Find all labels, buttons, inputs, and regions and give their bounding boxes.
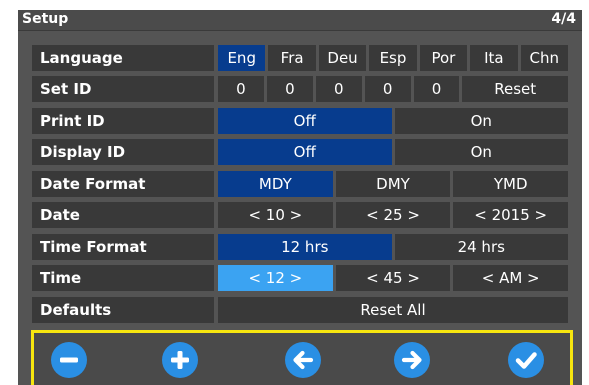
time-format-option-24hrs[interactable]: 24 hrs (394, 234, 568, 260)
setting-row-language: Language Eng Fra Deu Esp Por Ita Chn (32, 45, 568, 71)
setting-row-date: Date < 10 > < 25 > < 2015 > (32, 202, 569, 228)
setting-row-print-id: Print ID Off On (32, 108, 568, 134)
language-option-fra[interactable]: Fra (268, 45, 316, 71)
set-id-reset-button[interactable]: Reset (462, 76, 568, 102)
setting-row-set-id: Set ID 0 0 0 0 0 Reset (32, 76, 568, 102)
display-id-options: Off On (218, 139, 568, 165)
language-option-esp[interactable]: Esp (369, 45, 417, 71)
date-day-field[interactable]: < 25 > (335, 202, 451, 228)
setting-label-set-id: Set ID (32, 76, 214, 102)
reset-all-button[interactable]: Reset All (218, 297, 568, 323)
print-id-option-off[interactable]: Off (218, 108, 392, 134)
setting-label-date-format: Date Format (32, 171, 214, 197)
setting-label-print-id: Print ID (32, 108, 214, 134)
setting-label-date: Date (32, 202, 214, 228)
title-bar: Setup 4/4 (18, 10, 582, 31)
setting-label-display-id: Display ID (32, 139, 214, 165)
date-format-option-ymd[interactable]: YMD (453, 171, 569, 197)
print-id-option-on[interactable]: On (394, 108, 568, 134)
language-option-deu[interactable]: Deu (318, 45, 367, 71)
date-options: < 10 > < 25 > < 2015 > (218, 202, 569, 228)
setting-row-time: Time < 12 > < 45 > < AM > (32, 265, 569, 291)
page-indicator: 4/4 (551, 11, 576, 27)
time-format-options: 12 hrs 24 hrs (218, 234, 568, 260)
set-id-digit-3[interactable]: 0 (315, 76, 362, 102)
date-year-field[interactable]: < 2015 > (453, 202, 569, 228)
time-format-option-12hrs[interactable]: 12 hrs (218, 234, 392, 260)
language-option-chn[interactable]: Chn (520, 45, 568, 71)
date-format-options: MDY DMY YMD (218, 171, 569, 197)
setup-screen: Setup 4/4 Language Eng Fra Deu Esp Por I… (18, 10, 582, 385)
language-option-ita[interactable]: Ita (470, 45, 518, 71)
defaults-options: Reset All (218, 297, 568, 323)
setting-row-time-format: Time Format 12 hrs 24 hrs (32, 234, 568, 260)
setting-row-date-format: Date Format MDY DMY YMD (32, 171, 569, 197)
setting-row-defaults: Defaults Reset All (32, 297, 568, 323)
date-format-option-mdy[interactable]: MDY (218, 171, 333, 197)
set-id-digit-4[interactable]: 0 (364, 76, 411, 102)
set-id-digit-5[interactable]: 0 (413, 76, 460, 102)
display-id-option-on[interactable]: On (394, 139, 568, 165)
time-minute-field[interactable]: < 45 > (335, 265, 451, 291)
setting-label-time: Time (32, 265, 214, 291)
print-id-options: Off On (218, 108, 568, 134)
setting-label-language: Language (32, 45, 214, 71)
language-option-eng[interactable]: Eng (218, 45, 266, 71)
time-hour-field[interactable]: < 12 > (218, 265, 333, 291)
set-id-digit-2[interactable]: 0 (266, 76, 313, 102)
set-id-digit-1[interactable]: 0 (218, 76, 264, 102)
setting-row-display-id: Display ID Off On (32, 139, 568, 165)
time-options: < 12 > < 45 > < AM > (218, 265, 569, 291)
time-ampm-field[interactable]: < AM > (453, 265, 569, 291)
navigation-highlight-frame (31, 330, 573, 385)
setting-label-time-format: Time Format (32, 234, 214, 260)
display-id-option-off[interactable]: Off (218, 139, 392, 165)
date-month-field[interactable]: < 10 > (218, 202, 333, 228)
set-id-options: 0 0 0 0 0 Reset (218, 76, 568, 102)
screen-title: Setup (22, 11, 69, 27)
language-option-por[interactable]: Por (419, 45, 468, 71)
setting-label-defaults: Defaults (32, 297, 214, 323)
date-format-option-dmy[interactable]: DMY (335, 171, 451, 197)
language-options: Eng Fra Deu Esp Por Ita Chn (218, 45, 568, 71)
